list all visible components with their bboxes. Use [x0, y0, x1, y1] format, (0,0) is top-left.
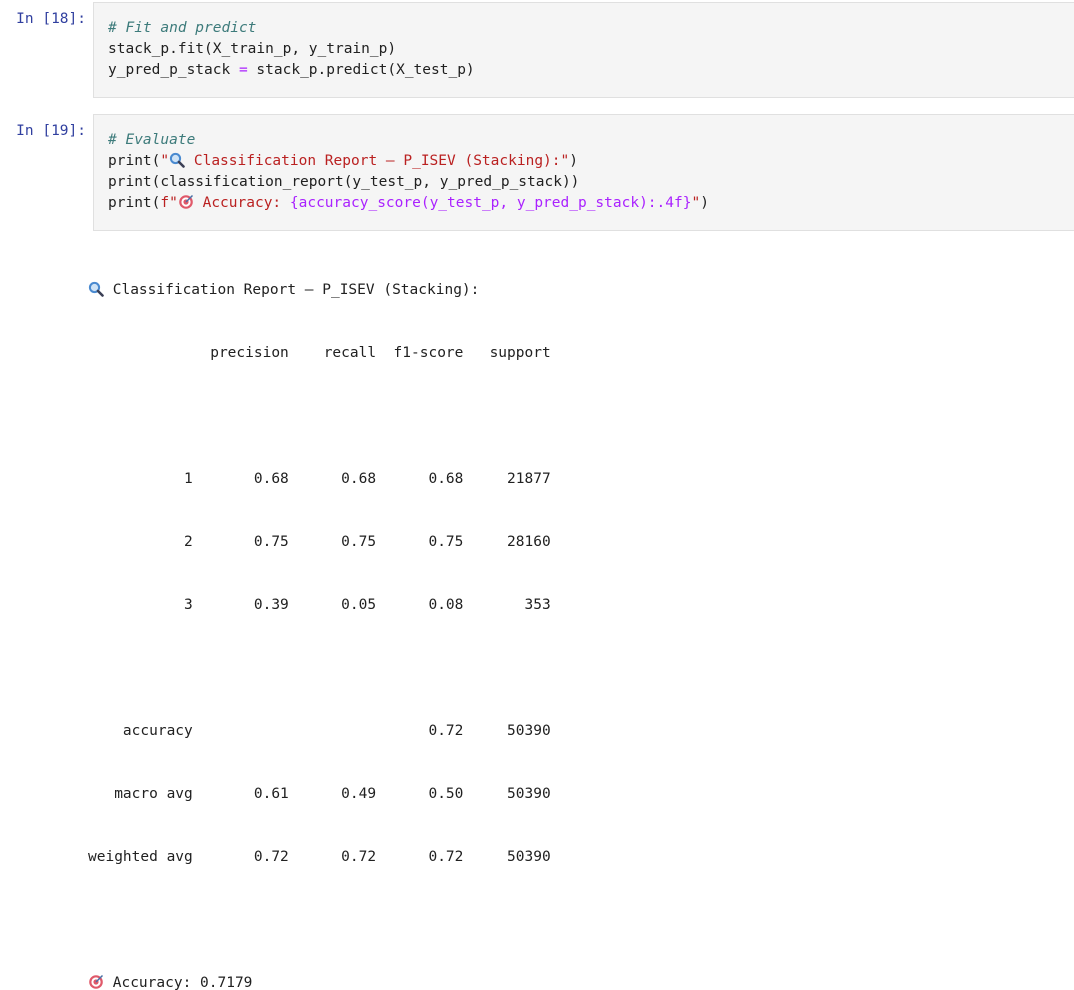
- report-line: 1 0.68 0.68 0.68 21877: [88, 471, 551, 487]
- report-line: precision recall f1-score support: [88, 345, 551, 361]
- report-line: [88, 406, 551, 427]
- code-comment: # Evaluate: [108, 132, 196, 148]
- code-token: stack_p.predict(X_test_p): [247, 62, 475, 78]
- report-line: accuracy 0.72 50390: [88, 723, 551, 739]
- code-string: ": [160, 153, 170, 169]
- accuracy-line: Accuracy: 0.7179: [88, 973, 551, 990]
- code-token: ): [700, 195, 709, 211]
- code-cell-18[interactable]: # Fit and predict stack_p.fit(X_train_p, …: [93, 2, 1074, 98]
- cell-19-output: Classification Report – P_ISEV (Stacking…: [88, 238, 551, 990]
- code-string: f": [160, 195, 178, 211]
- cell-19-prompt: In [19]:: [16, 123, 86, 139]
- code-comment: # Fit and predict: [108, 20, 257, 36]
- code-token: ): [569, 153, 578, 169]
- code-string: Accuracy:: [193, 195, 290, 211]
- report-line: macro avg 0.61 0.49 0.50 50390: [88, 786, 551, 802]
- report-title: Classification Report – P_ISEV (Stacking…: [88, 280, 551, 301]
- code-string: Classification Report – P_ISEV (Stacking…: [185, 153, 570, 169]
- code-line: print(classification_report(y_test_p, y_…: [108, 174, 580, 190]
- code-line: print(" Classification Report – P_ISEV (…: [108, 151, 709, 172]
- code-line: print(f" Accuracy: {accuracy_score(y_tes…: [108, 193, 709, 214]
- report-title-text: Classification Report – P_ISEV (Stacking…: [104, 282, 480, 298]
- code-token: y_pred_p_stack: [108, 62, 239, 78]
- code-line: stack_p.fit(X_train_p, y_train_p): [108, 41, 397, 57]
- code-token: print(: [108, 195, 161, 211]
- cell-18-prompt: In [18]:: [16, 11, 86, 27]
- magnifier-icon: [88, 281, 104, 297]
- report-line: [88, 658, 551, 679]
- accuracy-text: Accuracy: 0.7179: [104, 975, 253, 990]
- code-operator: =: [238, 62, 248, 78]
- code-interpolation: {accuracy_score(y_test_p, y_pred_p_stack…: [289, 195, 692, 211]
- report-line: weighted avg 0.72 0.72 0.72 50390: [88, 849, 551, 865]
- code-line: y_pred_p_stack = stack_p.predict(X_test_…: [108, 60, 475, 81]
- code-string: ": [691, 195, 701, 211]
- code-cell-19[interactable]: # Evaluate print(" Classification Report …: [93, 114, 1074, 231]
- magnifier-icon: [170, 152, 185, 168]
- target-icon: [89, 974, 104, 989]
- report-line: 3 0.39 0.05 0.08 353: [88, 597, 551, 613]
- target-icon: [179, 194, 193, 209]
- code-token: print(: [108, 153, 161, 169]
- report-line: 2 0.75 0.75 0.75 28160: [88, 534, 551, 550]
